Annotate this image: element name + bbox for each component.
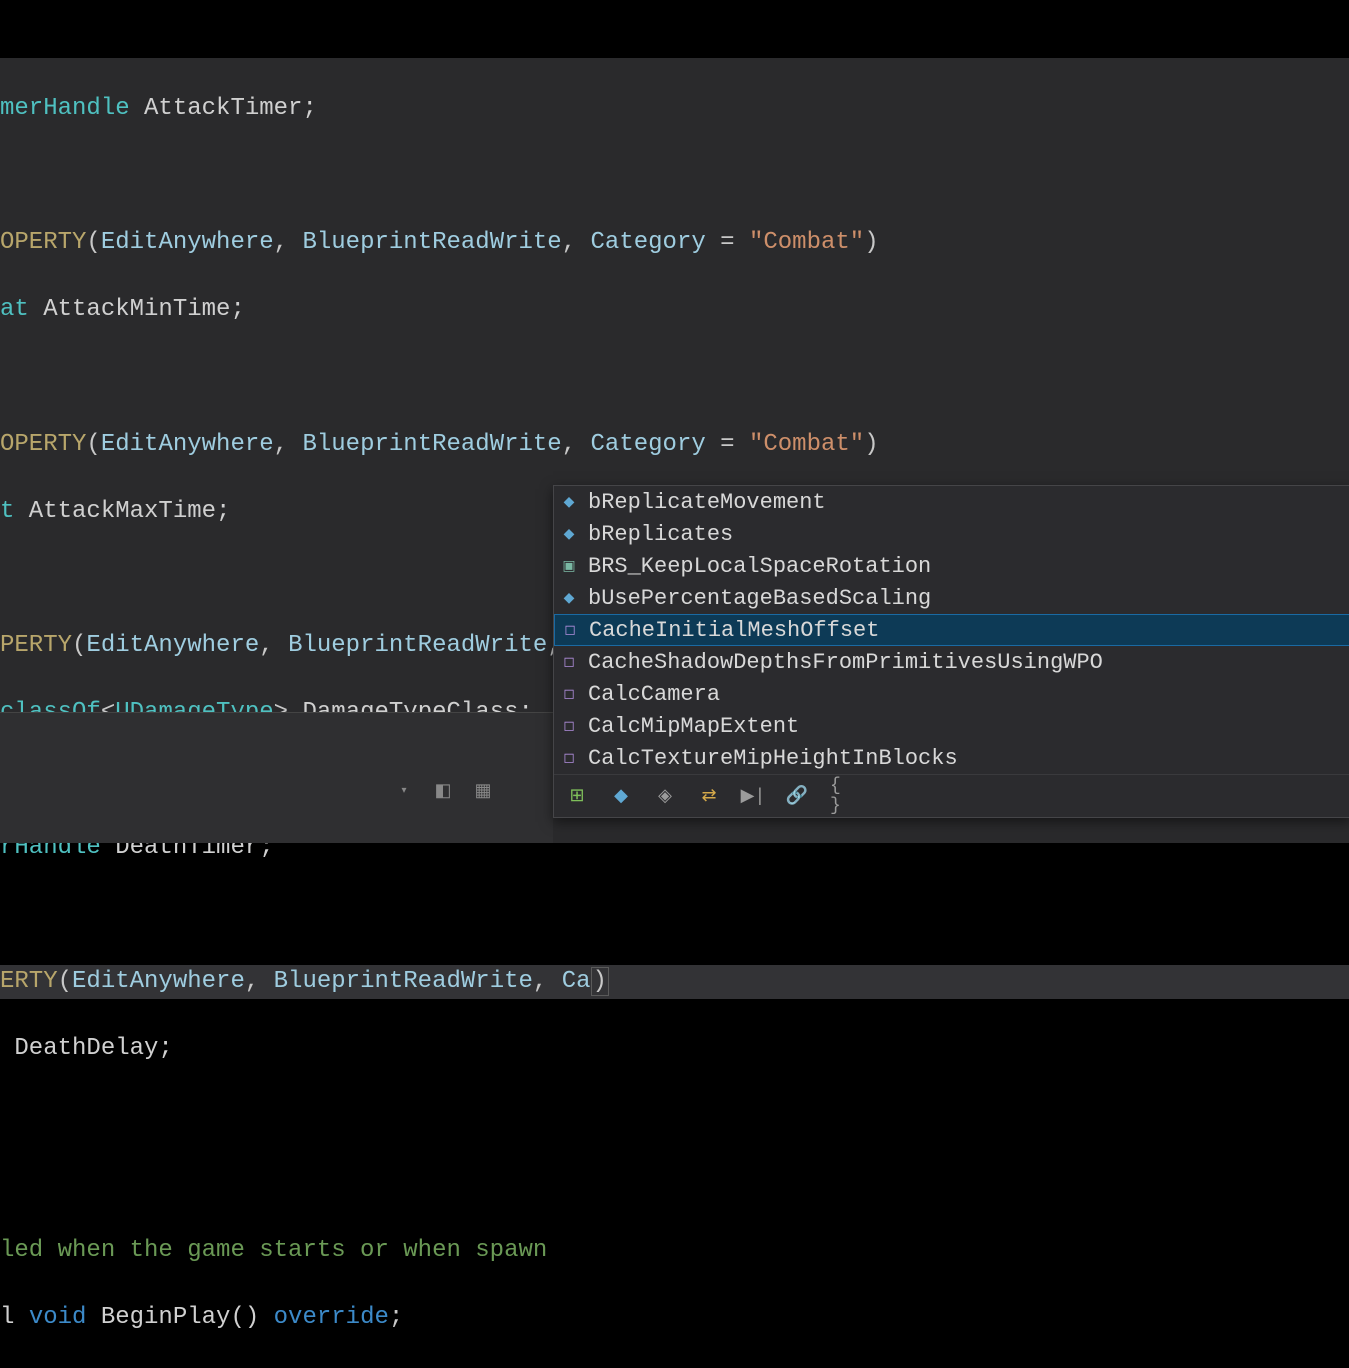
intellisense-item[interactable]: ◆ bReplicateMovement (554, 486, 1349, 518)
bottom-panel: ◧ ▦ (0, 712, 553, 843)
box-icon[interactable]: ◆ (610, 785, 632, 807)
intellisense-item[interactable]: ◆ bReplicates (554, 518, 1349, 550)
add-icon[interactable]: ⊞ (566, 785, 588, 807)
code-line (0, 898, 1349, 932)
link-icon[interactable]: 🔗 (786, 785, 808, 807)
dropdown-icon[interactable] (390, 778, 416, 804)
bottom-toolbar: ◧ ▦ (390, 778, 496, 804)
code-line: at AttackMinTime; (0, 293, 1349, 327)
intellisense-popup[interactable]: ◆ bReplicateMovement ◆ bReplicates ▣ BRS_Keep… (553, 485, 1349, 818)
code-line (0, 1167, 1349, 1201)
intellisense-item[interactable]: ◻ CalcCamera (554, 678, 1349, 710)
code-line: l void BeginPlay() override; (0, 1301, 1349, 1335)
method-icon: ◻ (560, 685, 578, 703)
code-line (0, 360, 1349, 394)
intellisense-label: bUsePercentageBasedScaling (588, 586, 931, 611)
intellisense-label: bReplicates (588, 522, 733, 547)
method-icon: ◻ (560, 717, 578, 735)
intellisense-label: bReplicateMovement (588, 490, 826, 515)
intellisense-item[interactable]: ◻ CalcMipMapExtent (554, 710, 1349, 742)
code-line (0, 1099, 1349, 1133)
type-token: merHandle (0, 95, 130, 122)
intellisense-label: BRS_KeepLocalSpaceRotation (588, 554, 931, 579)
matching-paren: ) (591, 967, 609, 996)
method-icon: ◻ (561, 621, 579, 639)
intellisense-toolbar: ⊞ ◆ ◈ ⇄ ▶| 🔗 { } (554, 774, 1349, 817)
code-line (0, 159, 1349, 193)
intellisense-item[interactable]: ◻ CacheInitialMeshOffset (554, 614, 1349, 646)
field-icon: ◆ (560, 493, 578, 511)
code-line: led when the game starts or when spawn (0, 1234, 1349, 1268)
intellisense-item[interactable]: ◻ CacheShadowDepthsFromPrimitivesUsingWPO (554, 646, 1349, 678)
method-icon: ◻ (560, 749, 578, 767)
intellisense-label: CalcTextureMipHeightInBlocks (588, 746, 958, 771)
field-icon: ◆ (560, 589, 578, 607)
code-line: DeathDelay; (0, 1032, 1349, 1066)
code-line-active: ERTY(EditAnywhere, BlueprintReadWrite, C… (0, 965, 1349, 999)
braces-icon[interactable]: { } (830, 785, 852, 807)
code-line: OPERTY(EditAnywhere, BlueprintReadWrite,… (0, 226, 1349, 260)
tool-icon[interactable]: ▦ (470, 778, 496, 804)
code-line: OPERTY(EditAnywhere, BlueprintReadWrite,… (0, 428, 1349, 462)
intellisense-label: CalcMipMapExtent (588, 714, 799, 739)
enum-icon: ▣ (560, 557, 578, 575)
intellisense-item[interactable]: ◻ CalcTextureMipHeightInBlocks (554, 742, 1349, 774)
code-line: merHandle AttackTimer; (0, 92, 1349, 126)
field-icon: ◆ (560, 525, 578, 543)
tool-icon[interactable]: ◧ (430, 778, 456, 804)
swap-icon[interactable]: ⇄ (698, 785, 720, 807)
cube-icon[interactable]: ◈ (654, 785, 676, 807)
intellisense-label: CacheInitialMeshOffset (589, 618, 879, 643)
intellisense-item[interactable]: ▣ BRS_KeepLocalSpaceRotation (554, 550, 1349, 582)
next-icon[interactable]: ▶| (742, 785, 764, 807)
intellisense-label: CacheShadowDepthsFromPrimitivesUsingWPO (588, 650, 1103, 675)
method-icon: ◻ (560, 653, 578, 671)
intellisense-item[interactable]: ◆ bUsePercentageBasedScaling (554, 582, 1349, 614)
intellisense-label: CalcCamera (588, 682, 720, 707)
